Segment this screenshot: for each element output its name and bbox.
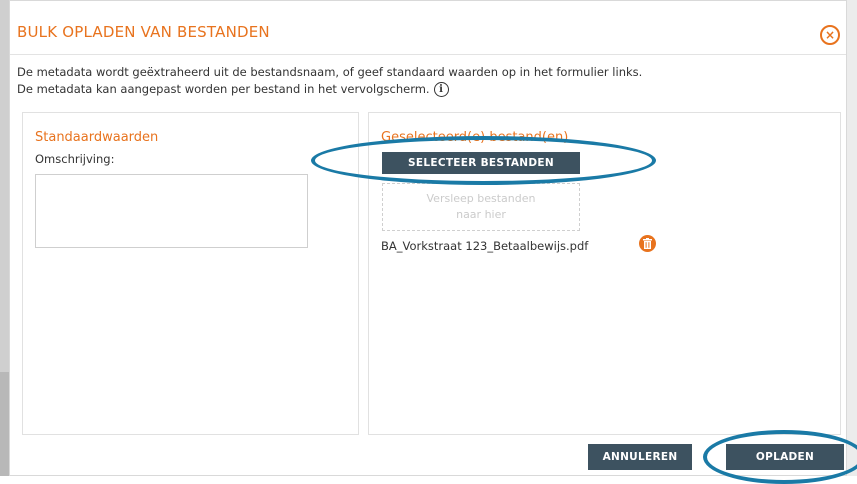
dialog-header: BULK OPLADEN VAN BESTANDEN ×	[10, 14, 846, 55]
background-left-strip	[0, 0, 9, 476]
intro-text: De metadata wordt geëxtraheerd uit de be…	[17, 64, 642, 98]
info-icon[interactable]: i	[433, 82, 449, 97]
bulk-upload-dialog: BULK OPLADEN VAN BESTANDEN × De metadata…	[9, 0, 847, 476]
description-label: Omschrijving:	[35, 152, 115, 166]
select-files-button[interactable]: SELECTEER BESTANDEN	[382, 152, 580, 174]
default-values-panel: Standaardwaarden Omschrijving:	[22, 112, 359, 435]
cancel-button[interactable]: ANNULEREN	[588, 444, 692, 470]
intro-line-1: De metadata wordt geëxtraheerd uit de be…	[17, 65, 643, 79]
background-right-strip	[847, 0, 857, 476]
default-values-title: Standaardwaarden	[35, 130, 159, 145]
selected-files-title: Geselecteerd(e) bestand(en)	[381, 130, 569, 145]
dialog-title: BULK OPLADEN VAN BESTANDEN	[17, 23, 270, 41]
close-icon[interactable]: ×	[820, 25, 840, 45]
description-textarea[interactable]	[35, 174, 308, 248]
background-accent	[0, 372, 9, 476]
selected-files-panel: Geselecteerd(e) bestand(en) SELECTEER BE…	[368, 112, 841, 435]
intro-line-2-text: De metadata kan aangepast worden per bes…	[17, 82, 430, 96]
dropzone-line-2: naar hier	[456, 208, 506, 221]
dropzone-line-1: Versleep bestanden	[426, 192, 536, 205]
file-name: BA_Vorkstraat 123_Betaalbewijs.pdf	[381, 239, 589, 253]
trash-icon[interactable]	[639, 235, 656, 252]
upload-button[interactable]: OPLADEN	[726, 444, 844, 470]
intro-line-2: De metadata kan aangepast worden per bes…	[17, 81, 642, 98]
file-dropzone[interactable]: Versleep bestanden naar hier	[382, 183, 580, 231]
